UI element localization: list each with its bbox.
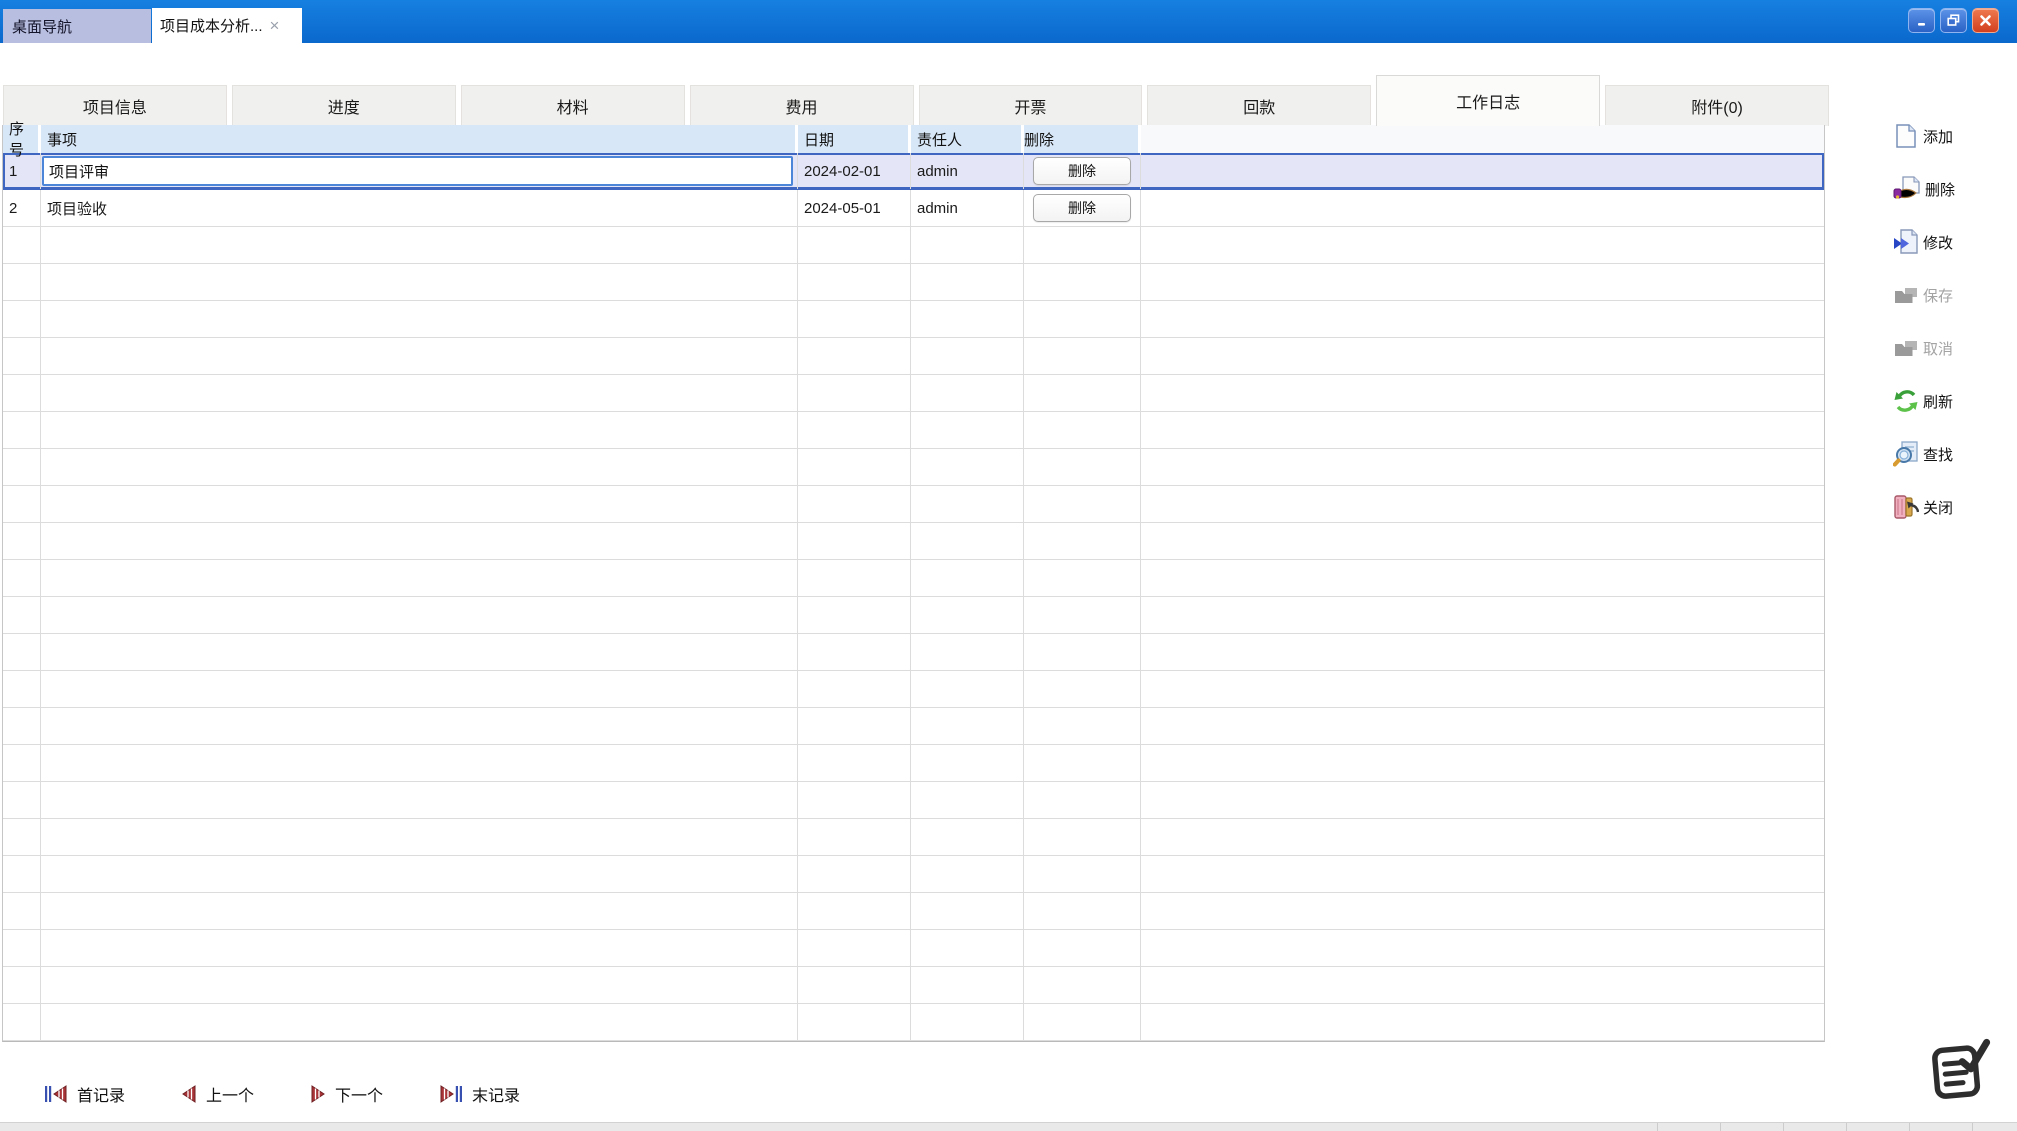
refresh-button[interactable]: 刷新 — [1893, 387, 2013, 415]
table-header: 序号 事项 日期 责任人 删除 — [3, 125, 1824, 153]
table-row-2[interactable]: 2 项目验收 2024-05-01 admin 删除 — [3, 190, 1824, 227]
restore-button[interactable] — [1940, 8, 1967, 33]
last-record-button[interactable]: 末记录 — [439, 1080, 520, 1108]
close-window-icon — [1893, 494, 1919, 520]
add-button[interactable]: 添加 — [1893, 122, 2013, 150]
next-record-button[interactable]: 下一个 — [310, 1080, 383, 1108]
empty-table-row — [3, 597, 1824, 634]
doc-tab-label: 项目成本分析... — [160, 15, 263, 36]
app-window: 桌面导航 项目成本分析... × 项目信息 进度 — [0, 0, 2017, 1131]
delete-record-icon — [1893, 176, 1921, 202]
cell-filler — [1141, 190, 1824, 226]
empty-table-row — [3, 486, 1824, 523]
empty-table-row — [3, 301, 1824, 338]
close-icon — [1979, 14, 1992, 27]
header-cell-owner: 责任人 — [911, 125, 1024, 153]
empty-table-row — [3, 634, 1824, 671]
header-cell-no: 序号 — [3, 125, 41, 153]
tab-progress[interactable]: 进度 — [232, 85, 456, 126]
previous-record-icon — [181, 1084, 197, 1104]
cell-owner: admin — [911, 153, 1024, 189]
view-tabstrip: 项目信息 进度 材料 费用 开票 回款 工作日志 附件(0) — [3, 75, 1829, 126]
empty-table-row — [3, 893, 1824, 930]
restore-icon — [1947, 14, 1960, 27]
cancel-icon — [1893, 335, 1919, 361]
delete-row-button[interactable]: 删除 — [1033, 157, 1131, 185]
add-document-icon — [1893, 123, 1919, 149]
cell-item: 项目验收 — [41, 190, 798, 226]
header-cell-delete: 删除 — [1024, 125, 1141, 153]
previous-record-button[interactable]: 上一个 — [181, 1080, 254, 1108]
header-cell-item: 事项 — [41, 125, 798, 153]
empty-table-row — [3, 745, 1824, 782]
cell-owner: admin — [911, 190, 1024, 226]
empty-table-row — [3, 930, 1824, 967]
cell-filler — [1141, 153, 1824, 189]
tab-materials[interactable]: 材料 — [461, 85, 685, 126]
cancel-button[interactable]: 取消 — [1893, 334, 2013, 362]
empty-table-row — [3, 523, 1824, 560]
first-record-button[interactable]: 首记录 — [44, 1080, 125, 1108]
empty-table-row — [3, 412, 1824, 449]
tab-close-icon[interactable]: × — [270, 17, 280, 34]
action-toolbar: 添加 删除 修改 保存 — [1893, 122, 2013, 521]
record-navigation: 首记录 上一个 下一个 — [44, 1080, 520, 1108]
next-record-icon — [310, 1084, 326, 1104]
delete-button[interactable]: 删除 — [1893, 175, 2013, 203]
delete-row-button[interactable]: 删除 — [1033, 194, 1131, 222]
modify-button[interactable]: 修改 — [1893, 228, 2013, 256]
table-body: 1 2024-02-01 admin 删除 2 项目验收 2024-05-01 … — [3, 153, 1824, 1041]
empty-table-row — [3, 819, 1824, 856]
close-button[interactable] — [1972, 8, 1999, 33]
empty-table-row — [3, 856, 1824, 893]
tab-payment[interactable]: 回款 — [1147, 85, 1371, 126]
modify-record-icon — [1893, 229, 1919, 255]
empty-table-row — [3, 708, 1824, 745]
refresh-icon — [1893, 388, 1919, 414]
titlebar: 桌面导航 项目成本分析... × — [0, 0, 2017, 43]
find-button[interactable]: 查找 — [1893, 440, 2013, 468]
doc-tab-desktop-nav[interactable]: 桌面导航 — [3, 9, 151, 43]
empty-table-row — [3, 1004, 1824, 1041]
empty-table-row — [3, 782, 1824, 819]
empty-table-row — [3, 264, 1824, 301]
table-row-1[interactable]: 1 2024-02-01 admin 删除 — [3, 153, 1824, 190]
first-record-icon — [44, 1084, 68, 1104]
tab-work-log[interactable]: 工作日志 — [1376, 75, 1600, 126]
find-icon — [1893, 441, 1919, 467]
tab-expenses[interactable]: 费用 — [690, 85, 914, 126]
empty-table-row — [3, 967, 1824, 1004]
doc-tab-project-cost[interactable]: 项目成本分析... × — [152, 8, 302, 43]
cell-date: 2024-05-01 — [798, 190, 911, 226]
empty-table-row — [3, 375, 1824, 412]
close-view-button[interactable]: 关闭 — [1893, 493, 2013, 521]
last-record-icon — [439, 1084, 463, 1104]
empty-table-row — [3, 449, 1824, 486]
tab-attachments[interactable]: 附件(0) — [1605, 85, 1829, 126]
cell-date: 2024-02-01 — [798, 153, 911, 189]
doc-tab-label: 桌面导航 — [12, 16, 72, 37]
empty-table-row — [3, 560, 1824, 597]
save-icon — [1893, 282, 1919, 308]
statusbar — [0, 1122, 2017, 1131]
work-log-table: 序号 事项 日期 责任人 删除 1 2024-02-01 admin 删除 2 — [2, 125, 1825, 1042]
window-controls — [1908, 8, 1999, 33]
minimize-icon — [1916, 15, 1928, 27]
cell-item — [41, 153, 798, 189]
header-cell-filler — [1141, 125, 1824, 153]
save-button[interactable]: 保存 — [1893, 281, 2013, 309]
header-cell-date: 日期 — [798, 125, 911, 153]
empty-table-row — [3, 671, 1824, 708]
empty-table-row — [3, 338, 1824, 375]
worklog-sketch-icon — [1922, 1036, 1994, 1111]
tab-invoicing[interactable]: 开票 — [919, 85, 1143, 126]
cell-delete: 删除 — [1024, 190, 1141, 226]
cell-no: 2 — [3, 190, 41, 226]
cell-no: 1 — [3, 153, 41, 189]
cell-delete: 删除 — [1024, 153, 1141, 189]
item-edit-input[interactable] — [42, 156, 793, 186]
minimize-button[interactable] — [1908, 8, 1935, 33]
empty-table-row — [3, 227, 1824, 264]
